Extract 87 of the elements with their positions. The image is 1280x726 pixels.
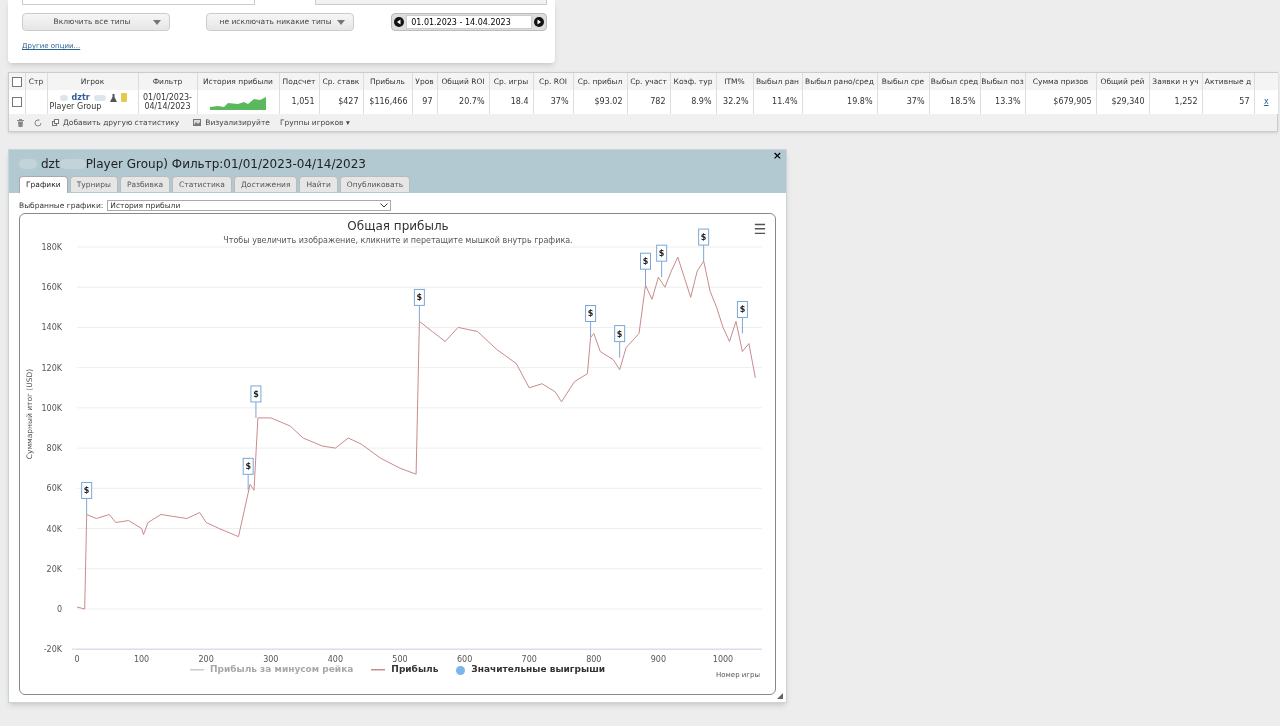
y-tick-label: 100K — [41, 404, 62, 414]
y-tick-label: 120K — [41, 363, 62, 373]
table-cell: 97 — [422, 97, 433, 106]
table-cell: 37% — [550, 97, 569, 106]
filter-cell: 01/01/2023-04/14/2023 — [143, 93, 192, 111]
next-icon[interactable] — [534, 17, 544, 27]
legend-item[interactable]: Прибыль — [371, 663, 439, 677]
table-cell: 11.4% — [772, 97, 798, 106]
select-all-checkbox[interactable] — [11, 76, 22, 87]
row-checkbox[interactable] — [11, 97, 22, 107]
profit-sparkline — [210, 94, 266, 110]
player-blur — [59, 94, 68, 101]
y-tick-label: 160K — [41, 283, 62, 293]
x-tick-label: 1000 — [712, 655, 734, 665]
y-tick-label: 80K — [46, 444, 62, 454]
remove-row-link[interactable]: x — [1263, 97, 1269, 106]
table-cell: 20.7% — [459, 97, 485, 106]
flask-icon — [109, 93, 117, 102]
x-tick-label: 400 — [327, 655, 344, 665]
annotation: $ — [616, 329, 623, 339]
menu-icon[interactable]: ☰ — [753, 221, 767, 238]
table-cell: 18.5% — [950, 97, 976, 106]
table-cell: 37% — [906, 97, 925, 106]
player-name[interactable]: dztr — [71, 93, 90, 102]
image-icon — [193, 119, 202, 126]
copy-icon — [52, 119, 59, 126]
y-tick-label: 40K — [46, 524, 62, 534]
badge-icon — [120, 93, 127, 102]
annotation: $ — [587, 309, 594, 319]
annotation: $ — [642, 257, 649, 267]
table-cell: 18.4 — [510, 97, 529, 106]
y-tick-label: 60K — [46, 484, 62, 494]
annotation: $ — [416, 293, 423, 303]
table-cell: 1,252 — [1174, 97, 1198, 106]
y-tick-label: 180K — [41, 243, 62, 253]
x-tick-label: 500 — [392, 655, 408, 665]
trash-icon[interactable] — [17, 118, 24, 127]
table-cell: $93.02 — [594, 97, 623, 106]
table-cell: 1,051 — [291, 97, 315, 106]
table-cell: 19.8% — [847, 97, 873, 106]
date-range-field[interactable]: 01.01.2023 - 14.04.2023 — [406, 15, 532, 29]
y-tick-label: 20K — [46, 565, 62, 574]
x-tick-label: 800 — [586, 655, 602, 665]
x-tick-label: 700 — [521, 655, 537, 665]
annotation: $ — [739, 305, 746, 315]
refresh-icon[interactable] — [34, 118, 42, 127]
x-tick-label: 300 — [263, 655, 279, 665]
x-tick-label: 100 — [133, 655, 150, 665]
line-legend-icon — [190, 669, 204, 671]
table-cell: 57 — [1239, 97, 1250, 106]
annotation: $ — [700, 233, 707, 243]
caret-icon — [153, 19, 162, 25]
chevron-icon — [380, 203, 389, 209]
caret-icon — [336, 19, 345, 25]
y-tick-label: -20K — [43, 645, 62, 655]
resize-grip-icon[interactable] — [777, 693, 783, 699]
player-blur — [93, 94, 106, 101]
chart-hint: Чтобы увеличить изображение, кликните и перетащите мышкой внутрь графика. — [223, 236, 573, 246]
table-cell: 782 — [650, 97, 666, 106]
chart-title: Общая прибыль — [347, 219, 449, 234]
table-cell: $29,340 — [1111, 97, 1145, 106]
y-tick-label: 140K — [41, 323, 62, 333]
x-tick-label: 600 — [456, 655, 473, 665]
line-legend-icon — [371, 669, 386, 671]
annotation: $ — [253, 390, 260, 400]
table-cell: 13.3% — [995, 97, 1021, 106]
dot-legend-icon — [456, 665, 466, 675]
table-cell: 32.2% — [723, 97, 749, 106]
player-group: Player Group — [47, 102, 138, 111]
y-tick-label: 0 — [56, 605, 62, 615]
annotation: $ — [83, 486, 90, 496]
close-button[interactable]: × — [772, 150, 782, 161]
table-cell: $116,466 — [369, 97, 408, 106]
annotation: $ — [245, 462, 252, 472]
previous-icon[interactable] — [394, 17, 405, 27]
x-tick-label: 900 — [650, 655, 667, 665]
input-field[interactable] — [314, 0, 547, 5]
table-cell: $679,905 — [1053, 97, 1092, 106]
input-field[interactable] — [22, 0, 255, 5]
table-cell: $427 — [338, 97, 359, 106]
table-cell: 8.9% — [691, 97, 712, 106]
window-title-start: dzt — [41, 156, 60, 173]
x-tick-label: 0 — [74, 655, 80, 665]
legend-item[interactable]: Значительные выигрыши — [456, 663, 605, 677]
window-title: Player Group) Фильтр:01/01/2023-04/14/2023 — [85, 156, 366, 173]
x-tick-label: 200 — [198, 655, 214, 665]
annotation: $ — [658, 249, 665, 259]
